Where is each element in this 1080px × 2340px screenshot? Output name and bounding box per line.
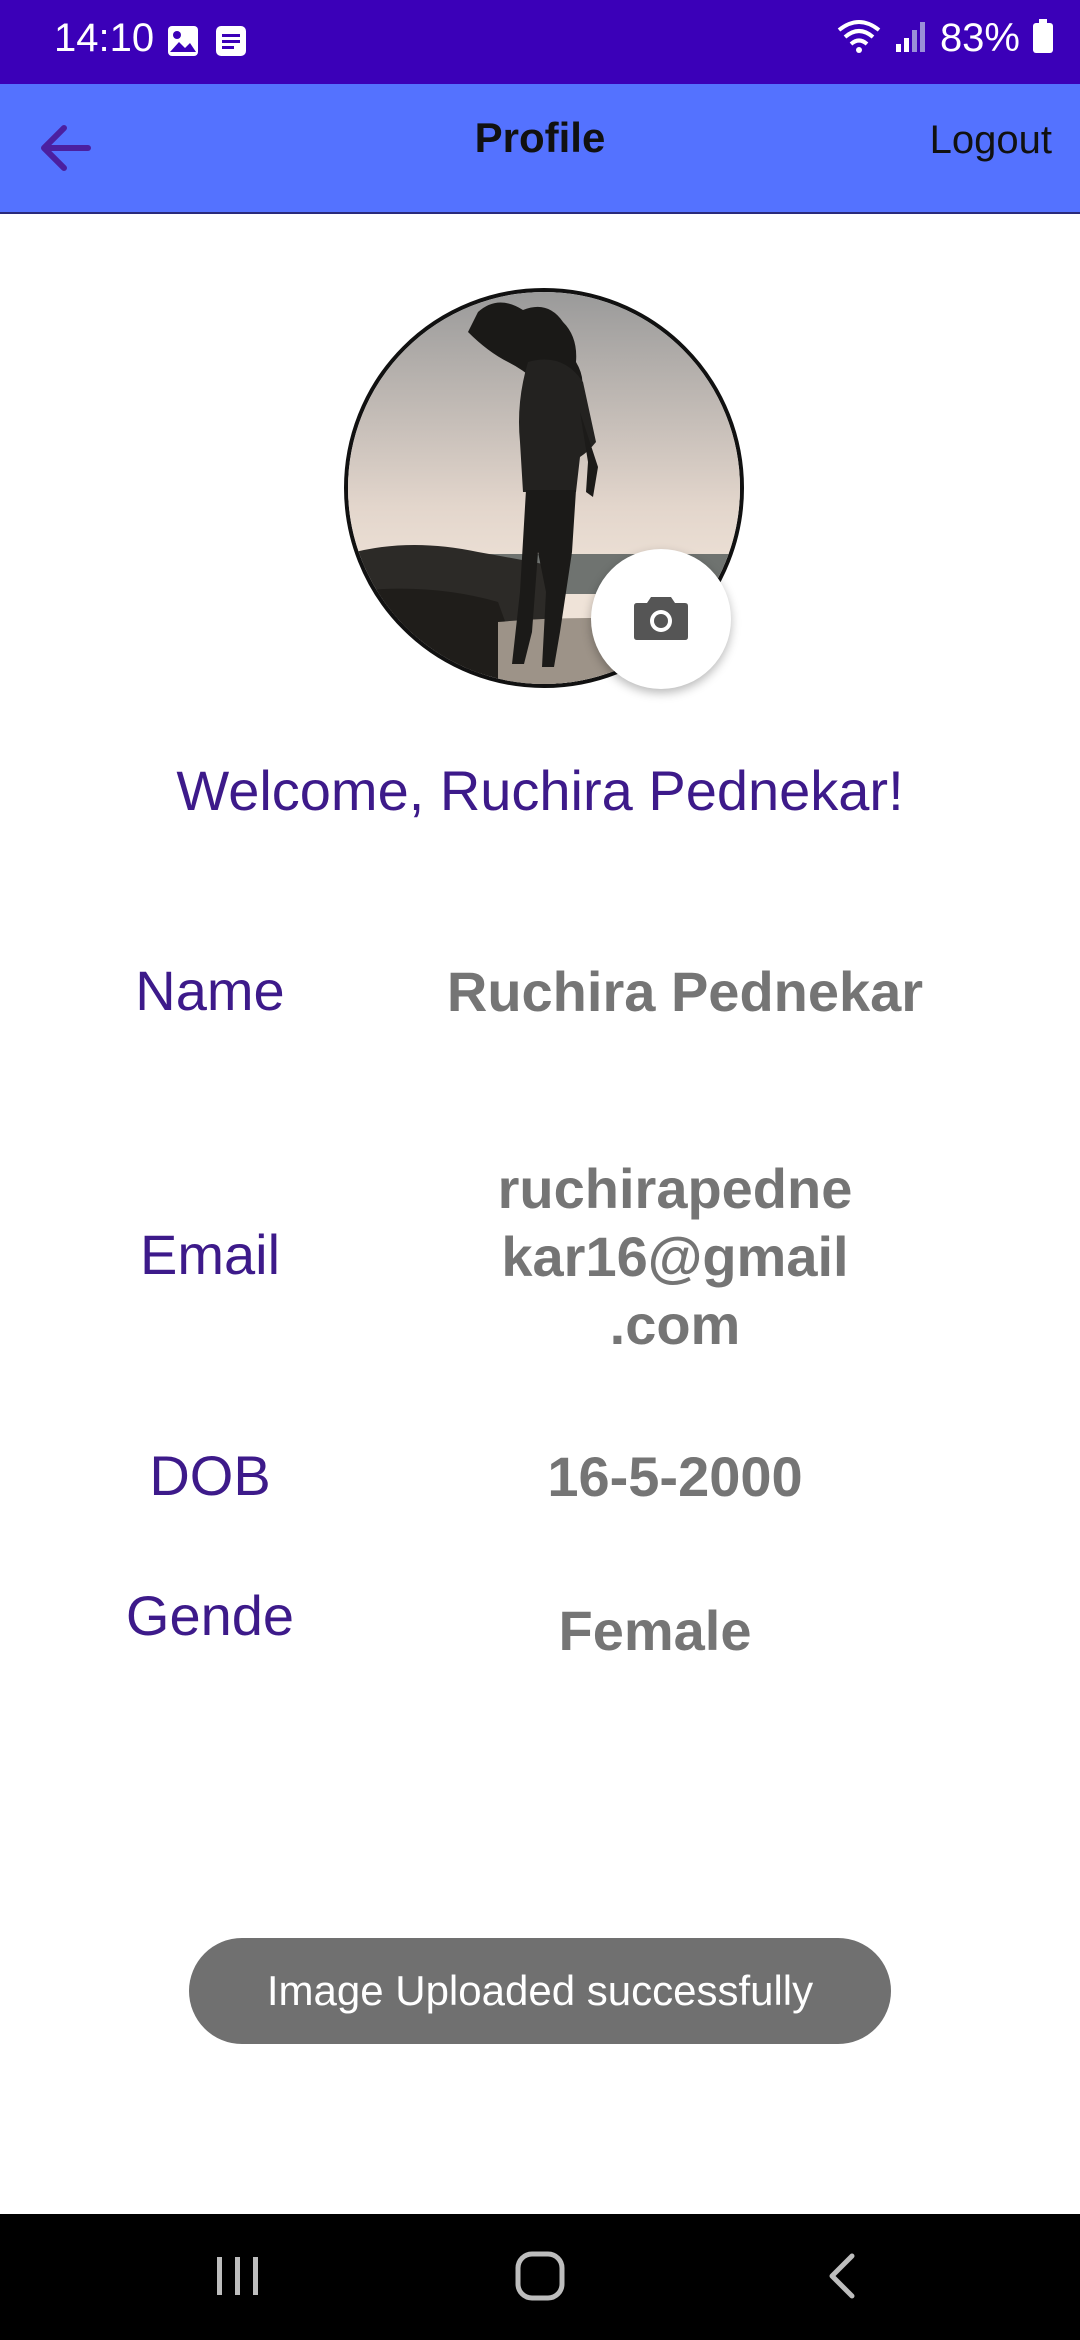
wifi-icon: [836, 18, 882, 59]
back-nav-button[interactable]: [792, 2236, 892, 2320]
gender-value: Female: [558, 1599, 752, 1662]
email-value-line: ruchirapedne: [497, 1157, 853, 1220]
profile-screen: 14:10 83% Profile Logout Welcome, Ruchir…: [0, 0, 1080, 2340]
status-time: 14:10: [54, 16, 155, 60]
camera-icon: [633, 593, 689, 646]
status-bar: 14:10 83%: [0, 0, 1080, 84]
gender-label: Gende: [125, 1584, 295, 1647]
home-button[interactable]: [490, 2236, 590, 2320]
dob-value: 16-5-2000: [547, 1445, 803, 1508]
email-label: Email: [139, 1223, 281, 1286]
recent-apps-button[interactable]: [188, 2236, 288, 2320]
home-icon: [514, 2250, 566, 2307]
battery-icon: [1032, 18, 1054, 59]
notification-icons: [166, 24, 248, 63]
page-title: Profile: [474, 114, 606, 161]
arrow-back-icon: [36, 118, 96, 183]
back-button[interactable]: [30, 114, 102, 186]
logout-button[interactable]: Logout: [930, 118, 1052, 163]
name-label: Name: [135, 959, 285, 1022]
battery-percent: 83%: [939, 16, 1020, 60]
recent-apps-icon: [213, 2253, 263, 2304]
status-right: 83%: [836, 16, 1054, 61]
email-value-line: kar16@gmail: [501, 1225, 849, 1288]
change-photo-button[interactable]: [591, 549, 731, 689]
app-bar: Profile Logout: [0, 84, 1080, 214]
message-icon: [214, 24, 248, 63]
toast-message: Image Uploaded successfully: [189, 1938, 891, 2044]
email-value-line: .com: [609, 1293, 741, 1356]
dob-label: DOB: [149, 1444, 271, 1507]
name-value: Ruchira Pednekar: [446, 960, 924, 1023]
chevron-left-icon: [822, 2250, 862, 2307]
system-nav-bar: [0, 2214, 1080, 2340]
image-icon: [166, 24, 200, 63]
welcome-message: Welcome, Ruchira Pednekar!: [176, 759, 904, 822]
email-value: ruchirapedne kar16@gmail .com: [430, 1155, 920, 1359]
signal-icon: [894, 18, 928, 59]
